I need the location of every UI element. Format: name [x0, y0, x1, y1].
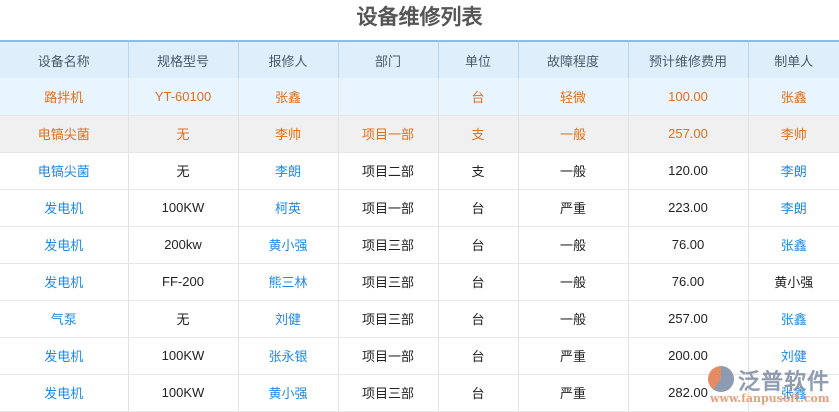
- table-cell[interactable]: 李朗: [237, 152, 338, 190]
- table-cell[interactable]: 李帅: [237, 115, 338, 153]
- table-cell: 严重: [517, 374, 628, 412]
- table-row[interactable]: 发电机 100KW 柯英 项目一部台严重 223.00 李朗: [0, 189, 839, 227]
- table-cell: 100KW: [127, 337, 238, 375]
- table-cell: 257.00: [627, 115, 748, 153]
- column-header[interactable]: 制单人: [747, 40, 839, 78]
- table-cell: 无: [127, 300, 238, 338]
- table-cell: 项目三部: [337, 263, 438, 301]
- table-cell: 一般: [517, 300, 628, 338]
- table-cell: 黄小强: [747, 263, 839, 301]
- table-cell[interactable]: 熊三林: [237, 263, 338, 301]
- table-cell: 台: [437, 374, 518, 412]
- table-cell[interactable]: 发电机: [0, 337, 128, 375]
- table-cell: 一般: [517, 115, 628, 153]
- table-cell[interactable]: 张鑫: [237, 78, 338, 116]
- table-cell: 项目一部: [337, 115, 438, 153]
- table-cell: 100KW: [127, 374, 238, 412]
- table-cell[interactable]: 发电机: [0, 374, 128, 412]
- table-cell: 台: [437, 337, 518, 375]
- table-cell: FF-200: [127, 263, 238, 301]
- table-cell: 282.00: [627, 374, 748, 412]
- table-cell: 76.00: [627, 226, 748, 264]
- table-cell[interactable]: 发电机: [0, 226, 128, 264]
- table-cell: 无: [127, 115, 238, 153]
- table-cell: 无: [127, 152, 238, 190]
- table-cell: 严重: [517, 337, 628, 375]
- table-row[interactable]: 发电机 100KW 张永银 项目一部台严重 200.00 刘健: [0, 337, 839, 375]
- table-cell[interactable]: 气泵: [0, 300, 128, 338]
- table-cell[interactable]: 电镐尖菌: [0, 115, 128, 153]
- table-cell[interactable]: 张永银: [237, 337, 338, 375]
- column-header[interactable]: 报修人: [237, 40, 338, 78]
- table-row[interactable]: 发电机 FF-200 熊三林 项目三部台一般 76.00 黄小强: [0, 263, 839, 301]
- table-cell: 200.00: [627, 337, 748, 375]
- table-cell: 223.00: [627, 189, 748, 227]
- table-cell: 支: [437, 115, 518, 153]
- table-cell: 台: [437, 300, 518, 338]
- table-row[interactable]: 电镐尖菌无李帅 项目一部支一般 257.00 李帅: [0, 115, 839, 153]
- table-cell[interactable]: 李朗: [747, 189, 839, 227]
- table-cell[interactable]: 黄小强: [237, 374, 338, 412]
- table-cell[interactable]: 刘健: [747, 337, 839, 375]
- table-cell[interactable]: 李帅: [747, 115, 839, 153]
- table-cell: 100.00: [627, 78, 748, 116]
- page-title: 设备维修列表: [356, 6, 483, 29]
- table-cell: 台: [437, 226, 518, 264]
- table-cell[interactable]: 路拌机: [0, 78, 128, 116]
- table-cell: 200kw: [127, 226, 238, 264]
- column-header[interactable]: 单位: [437, 40, 518, 78]
- table-cell: 项目三部: [337, 300, 438, 338]
- table-cell: 台: [437, 78, 518, 116]
- table-cell: 项目一部: [337, 189, 438, 227]
- column-header[interactable]: 预计维修费用: [627, 40, 748, 78]
- table-cell[interactable]: 张鑫: [747, 78, 839, 116]
- table-cell: 一般: [517, 226, 628, 264]
- table-cell[interactable]: 电镐尖菌: [0, 152, 128, 190]
- table-row[interactable]: 路拌机 YT-60100 张鑫台轻微 100.00 张鑫: [0, 78, 839, 116]
- table-cell: 项目三部: [337, 374, 438, 412]
- table-cell: 台: [437, 189, 518, 227]
- equipment-repair-table: 设备名称 规格型号 报修人 部门 单位 故障程度 预计维修费用 制单人 路拌机 YT-60100…: [0, 40, 839, 412]
- table-cell: 严重: [517, 189, 628, 227]
- table-cell: 100KW: [127, 189, 238, 227]
- table-cell: 257.00: [627, 300, 748, 338]
- column-header[interactable]: 故障程度: [517, 40, 628, 78]
- table-cell: 台: [437, 263, 518, 301]
- table-cell[interactable]: 李朗: [747, 152, 839, 190]
- table-cell[interactable]: 刘健: [237, 300, 338, 338]
- table-cell: 支: [437, 152, 518, 190]
- table-header: 设备名称 规格型号 报修人 部门 单位 故障程度 预计维修费用 制单人: [0, 40, 839, 78]
- table-cell[interactable]: 黄小强: [237, 226, 338, 264]
- table-cell: 76.00: [627, 263, 748, 301]
- table-cell[interactable]: 张鑫: [747, 300, 839, 338]
- column-header[interactable]: 设备名称: [0, 40, 128, 78]
- table-cell: 120.00: [627, 152, 748, 190]
- table-row[interactable]: 发电机 100KW 黄小强 项目三部台严重 282.00 张鑫: [0, 374, 839, 412]
- table-cell: 轻微: [517, 78, 628, 116]
- column-header[interactable]: 部门: [337, 40, 438, 78]
- table-cell[interactable]: 张鑫: [747, 226, 839, 264]
- table-cell: 一般: [517, 263, 628, 301]
- column-header[interactable]: 规格型号: [127, 40, 238, 78]
- table-row[interactable]: 电镐尖菌无李朗 项目二部支一般 120.00 李朗: [0, 152, 839, 190]
- table-cell: 一般: [517, 152, 628, 190]
- table-cell[interactable]: 张鑫: [747, 374, 839, 412]
- table-cell[interactable]: 发电机: [0, 263, 128, 301]
- table-cell[interactable]: 柯英: [237, 189, 338, 227]
- table-cell: YT-60100: [127, 78, 238, 116]
- table-cell: 项目三部: [337, 226, 438, 264]
- table-row[interactable]: 气泵无刘健 项目三部台一般 257.00 张鑫: [0, 300, 839, 338]
- table-cell: [337, 78, 438, 116]
- table-cell: 项目一部: [337, 337, 438, 375]
- table-cell[interactable]: 发电机: [0, 189, 128, 227]
- table-cell: 项目二部: [337, 152, 438, 190]
- table-row[interactable]: 发电机 200kw 黄小强 项目三部台一般 76.00 张鑫: [0, 226, 839, 264]
